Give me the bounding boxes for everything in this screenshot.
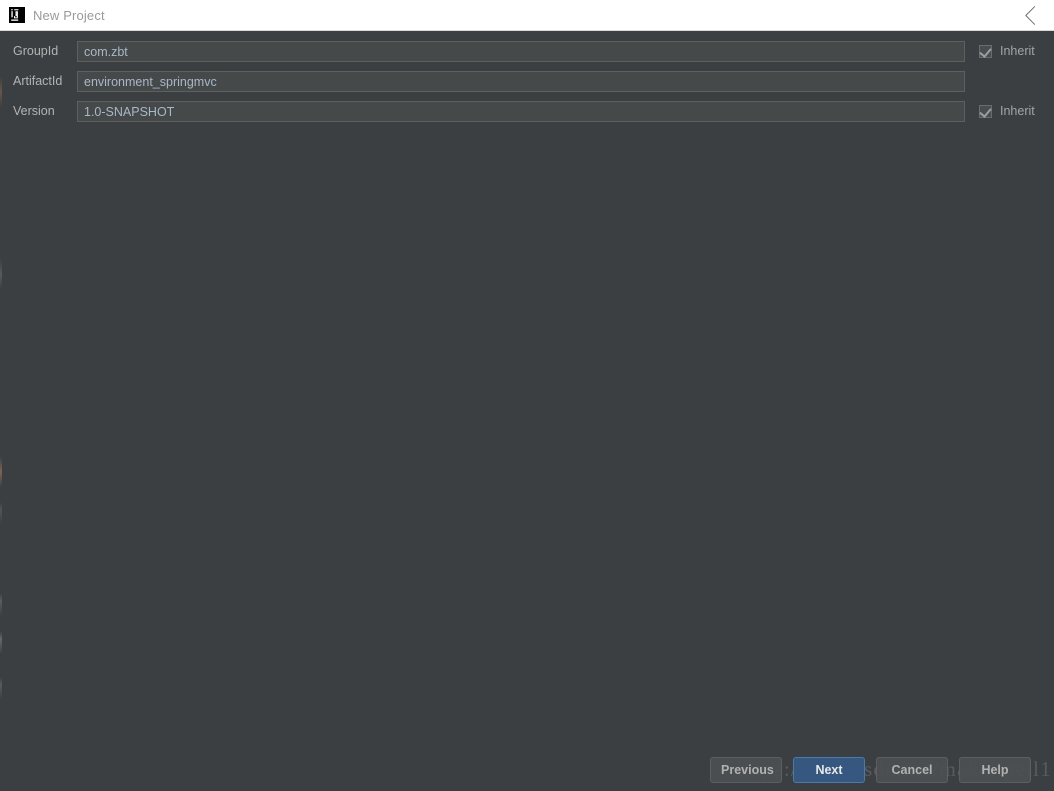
check-icon: [979, 105, 992, 118]
version-inherit-checkbox[interactable]: [979, 105, 992, 118]
version-inherit-group[interactable]: Inherit: [979, 101, 1035, 122]
intellij-idea-icon: [9, 7, 25, 23]
version-input[interactable]: [77, 101, 965, 122]
version-inherit-label: Inherit: [1000, 104, 1035, 119]
next-button[interactable]: Next: [793, 757, 865, 783]
artifactid-input[interactable]: [77, 71, 965, 92]
previous-button[interactable]: Previous: [710, 757, 782, 783]
dialog-body: GroupId Inherit ArtifactId Version Inher: [0, 31, 1054, 791]
titlebar: New Project: [0, 0, 1054, 31]
version-label: Version: [13, 104, 55, 118]
cancel-button[interactable]: Cancel: [876, 757, 948, 783]
edge-artifact: [0, 31, 2, 791]
help-button[interactable]: Help: [959, 757, 1031, 783]
button-bar: Previous Next Cancel Help: [0, 757, 1054, 791]
groupid-inherit-label: Inherit: [1000, 44, 1035, 59]
new-project-dialog: New Project GroupId Inherit ArtifactId: [0, 0, 1054, 791]
close-icon: [1026, 10, 1037, 21]
groupid-inherit-group[interactable]: Inherit: [979, 41, 1035, 62]
groupid-inherit-checkbox[interactable]: [979, 45, 992, 58]
close-button[interactable]: [1008, 0, 1054, 30]
artifactid-label: ArtifactId: [13, 74, 63, 88]
groupid-label: GroupId: [13, 44, 59, 58]
window-title: New Project: [33, 7, 105, 23]
groupid-input[interactable]: [77, 41, 965, 62]
check-icon: [979, 45, 992, 58]
